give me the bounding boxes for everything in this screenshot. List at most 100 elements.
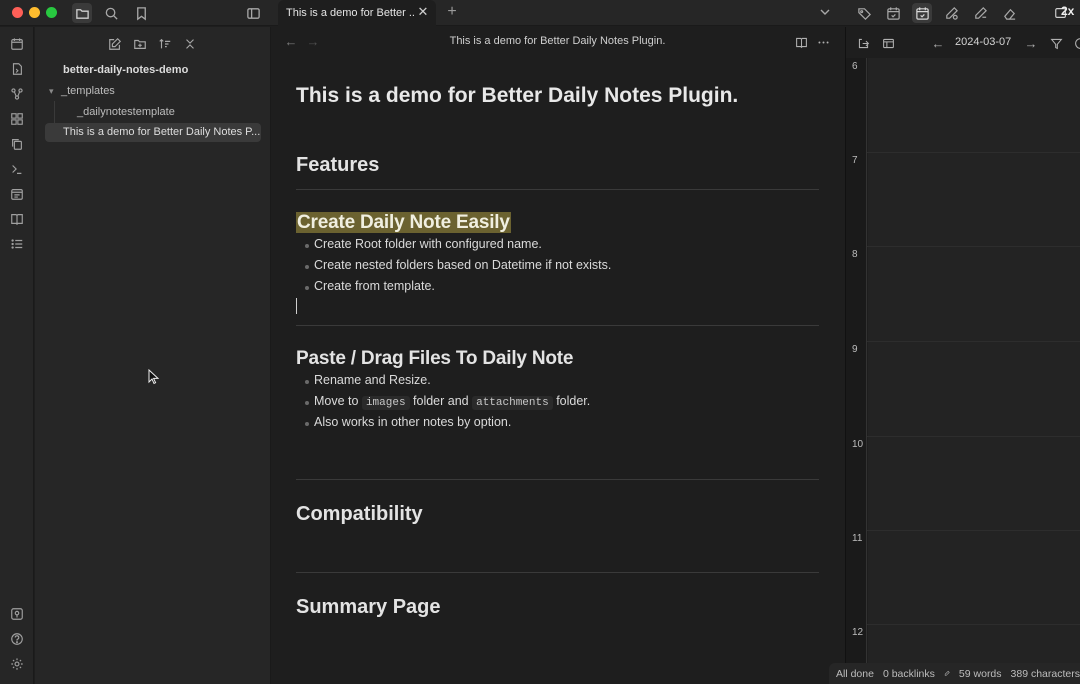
tab-title: This is a demo for Better ... [286,7,414,19]
hour-label: 7 [852,155,858,166]
current-date[interactable]: 2024-03-07 [955,36,1011,48]
open-file-icon[interactable] [8,60,26,78]
canvas-icon[interactable] [8,110,26,128]
tab-close-icon[interactable]: ✕ [416,5,430,19]
calendar-check-icon[interactable] [883,3,903,23]
window-maximize-button[interactable] [46,7,57,18]
layout-icon[interactable] [880,35,896,51]
character-count: 389 characters [1010,667,1080,680]
settings-gear-icon[interactable] [8,655,26,673]
more-options-icon[interactable] [815,34,831,50]
chevron-down-icon[interactable] [817,4,833,20]
sidebar-toggle-icon[interactable] [243,3,263,23]
copy-icon[interactable] [8,135,26,153]
filter-icon[interactable] [1048,35,1064,51]
vault-name[interactable]: better-daily-notes-demo [63,64,188,76]
list-item: Also works in other notes by option. [304,415,512,429]
folder-templates[interactable]: ▾ _templates [49,85,115,97]
file-active-note[interactable]: This is a demo for Better Daily Notes P.… [45,123,261,142]
list-item: Rename and Resize. [305,373,431,387]
zoom-badge-text: 2x [1061,4,1075,18]
tag-icon[interactable] [854,3,874,23]
daily-note-icon[interactable] [8,185,26,203]
window-minimize-button[interactable] [29,7,40,18]
clock-icon[interactable] [1072,35,1080,51]
list-text: folder. [552,394,591,408]
folder-label: _templates [61,85,115,97]
editor-pane: ← → This is a demo for Better Daily Note… [272,27,843,684]
hour-divider [867,530,1080,531]
list-item: Create Root folder with configured name. [305,237,542,251]
open-in-new-icon[interactable] [855,35,871,51]
window-close-button[interactable] [12,7,23,18]
list-text: folder and [409,394,473,408]
tab-active-note[interactable]: This is a demo for Better ... ✕ [278,0,436,26]
divider [296,479,819,480]
sort-icon[interactable] [156,35,174,53]
list-icon[interactable] [8,235,26,253]
hour-divider [867,246,1080,247]
reading-view-icon[interactable] [793,34,809,50]
vault-switch-icon[interactable] [8,605,26,623]
search-icon[interactable] [101,3,121,23]
inline-code-images: images [361,396,410,410]
reading-icon[interactable] [8,210,26,228]
inline-code-attachments: attachments [472,396,553,410]
hour-gutter [846,58,867,684]
chevron-down-icon: ▾ [49,86,54,96]
bookmark-icon[interactable] [131,3,151,23]
files-icon[interactable] [72,3,92,23]
list-item: Create nested folders based on Datetime … [304,258,612,272]
word-count: 59 words [958,667,1002,680]
tree-indent-guide [54,101,55,123]
new-note-icon[interactable] [106,35,124,53]
terminal-icon[interactable] [8,160,26,178]
next-day-button[interactable]: → [1023,35,1039,51]
edit-link-icon[interactable] [970,3,990,23]
hour-label: 8 [852,249,858,260]
hour-label: 12 [852,627,864,638]
graph-icon[interactable] [8,85,26,103]
hour-label: 10 [852,439,864,450]
title-bar: This is a demo for Better ... ✕ + 2x [0,0,1080,26]
view-header-title[interactable]: This is a demo for Better Daily Notes Pl… [272,35,843,47]
highlight: Create Daily Note Easily [296,212,511,233]
new-folder-icon[interactable] [131,35,149,53]
edit-attachment-icon[interactable] [941,3,961,23]
list-item: Create from template. [305,279,435,293]
note-title-heading: This is a demo for Better Daily Notes Pl… [296,84,739,107]
daily-timeline-pane: ← 2024-03-07 → 6 7 8 9 10 11 12 [845,27,1080,684]
mouse-pointer-icon [148,368,160,385]
hour-divider [867,436,1080,437]
sync-status[interactable]: All done [836,668,874,680]
heading-compatibility: Compatibility [296,503,423,525]
text-cursor [296,298,297,314]
collapse-all-icon[interactable] [181,35,199,53]
help-icon[interactable] [8,630,26,648]
divider [296,189,819,190]
file-dailynotestemplate[interactable]: _dailynotestemplate [77,106,175,118]
heading-features: Features [296,154,380,176]
edit-mode-icon[interactable] [944,668,950,679]
status-bar: All done 0 backlinks 59 words 389 charac… [829,663,1080,684]
list-text: Move to [314,394,362,408]
calendar-today-icon[interactable] [912,3,932,23]
ribbon [0,27,34,684]
hour-divider [867,152,1080,153]
hour-label: 11 [852,533,863,544]
previous-day-button[interactable]: ← [930,35,946,51]
calendar-icon[interactable] [8,35,26,53]
heading-create-daily-note: Create Daily Note Easily [296,212,511,234]
eraser-icon[interactable] [999,3,1019,23]
divider [296,325,819,326]
file-explorer: better-daily-notes-demo ▾ _templates _dai… [35,27,271,684]
new-tab-button[interactable]: + [444,4,460,20]
zoom-badge-icon: 2x [1053,3,1077,23]
list-item: Move to images folder and attachments fo… [304,394,591,410]
heading-paste-drag-files: Paste / Drag Files To Daily Note [296,348,574,369]
hour-label: 6 [852,61,858,72]
hour-divider [867,341,1080,342]
hour-label: 9 [852,344,858,355]
timeline[interactable]: 6 7 8 9 10 11 12 [846,58,1080,684]
backlinks-count[interactable]: 0 backlinks [883,668,935,680]
